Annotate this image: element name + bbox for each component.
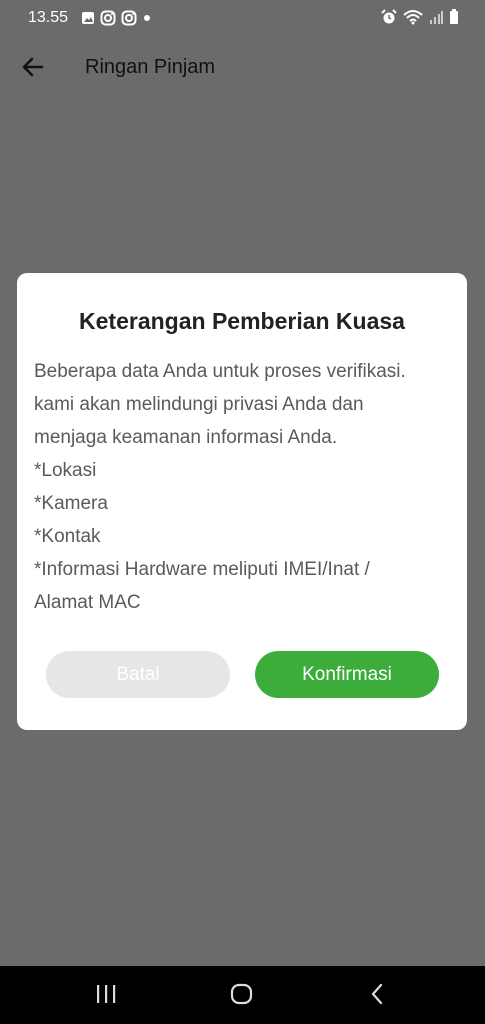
- wifi-icon: [403, 10, 423, 25]
- notification-icons: [81, 10, 152, 26]
- dialog-body-line: Beberapa data Anda untuk proses verifika…: [34, 361, 406, 382]
- back-icon[interactable]: [368, 982, 386, 1006]
- image-icon: [82, 12, 94, 24]
- authorization-dialog: Keterangan Pemberian Kuasa Beberapa data…: [17, 273, 467, 730]
- permission-location: *Lokasi: [34, 460, 97, 481]
- dot-icon: [144, 15, 150, 21]
- system-nav-bar: [0, 966, 485, 1024]
- permission-hardware-info-cont: Alamat MAC: [34, 592, 141, 613]
- battery-icon: [450, 9, 458, 24]
- permission-hardware-info: *Informasi Hardware meliputi IMEI/Inat /: [34, 559, 370, 580]
- home-icon[interactable]: [229, 982, 255, 1006]
- dialog-title: Keterangan Pemberian Kuasa: [79, 308, 405, 334]
- dialog-body-line: menjaga keamanan informasi Anda.: [34, 427, 338, 448]
- system-icons: [381, 9, 459, 25]
- confirm-button[interactable]: Konfirmasi: [255, 651, 439, 698]
- app-bar: Ringan Pinjam: [0, 40, 485, 96]
- recent-apps-icon[interactable]: [95, 982, 117, 1006]
- permission-contacts: *Kontak: [34, 526, 101, 547]
- dialog-body-line: kami akan melindungi privasi Anda dan: [34, 394, 364, 415]
- cancel-button[interactable]: Batal: [46, 651, 230, 698]
- status-bar: 13.55: [0, 0, 485, 36]
- instagram-icon: [100, 10, 116, 26]
- status-time: 13.55: [28, 9, 69, 26]
- instagram-icon: [121, 10, 137, 26]
- signal-icon: [430, 11, 443, 24]
- dialog-body: Beberapa data Anda untuk proses verifika…: [34, 355, 454, 619]
- permission-camera: *Kamera: [34, 493, 108, 514]
- back-arrow-icon[interactable]: [20, 54, 46, 80]
- alarm-icon: [381, 9, 397, 24]
- app-title: Ringan Pinjam: [85, 56, 216, 78]
